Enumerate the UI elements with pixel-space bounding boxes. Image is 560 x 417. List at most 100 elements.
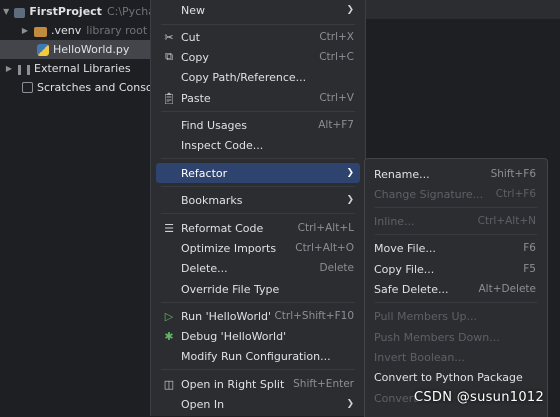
- chevron-right-icon[interactable]: ▶: [20, 26, 30, 35]
- menu-label: Safe Delete...: [374, 282, 449, 296]
- menu-shortcut: Ctrl+Alt+O: [295, 242, 354, 254]
- menu-shortcut: Ctrl+Alt+N: [477, 215, 536, 227]
- menu-label: Modify Run Configuration...: [181, 349, 331, 363]
- menu-shortcut: Ctrl+Alt+L: [297, 222, 354, 234]
- menu-label: Convert to Python Package: [374, 370, 523, 384]
- menu-item-open-right-split[interactable]: ◫ Open in Right Split Shift+Enter: [156, 374, 360, 394]
- venv-note: library root: [86, 24, 148, 37]
- submenu-item-safe-delete[interactable]: Safe Delete... Alt+Delete: [370, 279, 542, 299]
- editor-tab-strip: [365, 0, 560, 19]
- submenu-item-change-signature: Change Signature... Ctrl+F6: [370, 184, 542, 204]
- menu-item-new[interactable]: New ❯: [156, 0, 360, 20]
- submenu-item-rename[interactable]: Rename... Shift+F6: [370, 164, 542, 184]
- folder-icon: [34, 26, 47, 37]
- menu-item-bookmarks[interactable]: Bookmarks ❯: [156, 190, 360, 210]
- menu-label: Copy File...: [374, 262, 435, 276]
- menu-item-reformat-code[interactable]: ☰ Reformat Code Ctrl+Alt+L: [156, 218, 360, 238]
- menu-shortcut: Ctrl+V: [319, 92, 354, 104]
- menu-separator: [161, 302, 355, 303]
- menu-separator: [161, 369, 355, 370]
- menu-item-paste[interactable]: 📋︎ Paste Ctrl+V: [156, 88, 360, 108]
- menu-item-modify-run-config[interactable]: Modify Run Configuration...: [156, 346, 360, 366]
- file-name: HelloWorld.py: [53, 43, 130, 56]
- menu-label: Paste: [181, 91, 211, 105]
- menu-label: Inline...: [374, 214, 415, 228]
- chevron-down-icon[interactable]: ▼: [2, 7, 10, 16]
- menu-shortcut: Ctrl+Shift+F10: [274, 310, 354, 322]
- menu-label: Bookmarks: [181, 193, 243, 207]
- refactor-submenu: Rename... Shift+F6 Change Signature... C…: [364, 158, 548, 417]
- menu-label: New: [181, 3, 205, 17]
- submenu-item-convert-to-package[interactable]: Convert to Python Package: [370, 367, 542, 387]
- chevron-right-icon: ❯: [346, 168, 354, 178]
- submenu-item-move-file[interactable]: Move File... F6: [370, 238, 542, 258]
- scratches-icon: [22, 82, 33, 93]
- menu-shortcut: Alt+F7: [318, 119, 354, 131]
- menu-item-override-file-type[interactable]: Override File Type: [156, 279, 360, 299]
- split-icon: ◫: [163, 377, 175, 391]
- menu-label: Refactor: [181, 166, 228, 180]
- tree-item-firstproject[interactable]: ▼ FirstProject C:\Pycharm: [0, 2, 170, 21]
- menu-label: Inspect Code...: [181, 138, 264, 152]
- menu-label: Move File...: [374, 241, 436, 255]
- library-icon: [18, 64, 30, 75]
- menu-label: Pull Members Up...: [374, 309, 478, 323]
- chevron-right-icon[interactable]: ▶: [4, 64, 14, 73]
- menu-separator: [375, 234, 537, 235]
- scratches-label: Scratches and Consoles: [37, 81, 169, 94]
- menu-separator: [375, 302, 537, 303]
- menu-item-open-in[interactable]: Open In ❯: [156, 394, 360, 414]
- menu-label: Rename...: [374, 167, 430, 181]
- context-menu: New ❯ ✂ Cut Ctrl+X ⧉ Copy Ctrl+C Copy Pa…: [150, 0, 366, 416]
- tree-item-venv[interactable]: ▶ .venv library root: [0, 21, 170, 40]
- menu-shortcut: Alt+Delete: [478, 283, 536, 295]
- menu-label: Find Usages: [181, 118, 248, 132]
- menu-separator: [161, 24, 355, 25]
- menu-label: Reformat Code: [181, 221, 264, 235]
- menu-item-optimize-imports[interactable]: Optimize Imports Ctrl+Alt+O: [156, 238, 360, 258]
- bug-icon: ✱: [164, 329, 174, 343]
- chevron-right-icon: ❯: [346, 399, 354, 409]
- submenu-item-push-members-down: Push Members Down...: [370, 327, 542, 347]
- menu-item-cut[interactable]: ✂ Cut Ctrl+X: [156, 27, 360, 47]
- menu-label: Cut: [181, 30, 200, 44]
- menu-item-delete[interactable]: Delete... Delete: [156, 258, 360, 278]
- reformat-icon: ☰: [164, 221, 174, 235]
- submenu-item-copy-file[interactable]: Copy File... F5: [370, 259, 542, 279]
- menu-label: Debug 'HelloWorld': [181, 329, 287, 343]
- menu-label: Change Signature...: [374, 187, 484, 201]
- menu-item-run[interactable]: ▷ Run 'HelloWorld' Ctrl+Shift+F10: [156, 306, 360, 326]
- chevron-right-icon: ❯: [346, 195, 354, 205]
- venv-name: .venv: [51, 24, 82, 37]
- menu-separator: [161, 111, 355, 112]
- external-libraries-label: External Libraries: [34, 62, 131, 75]
- menu-separator: [161, 186, 355, 187]
- menu-label: Open In: [181, 397, 225, 411]
- clipboard-icon: 📋︎: [162, 91, 176, 105]
- menu-label: Optimize Imports: [181, 241, 277, 255]
- menu-shortcut: Shift+Enter: [293, 378, 354, 390]
- submenu-item-invert-boolean: Invert Boolean...: [370, 347, 542, 367]
- copy-icon: ⧉: [165, 50, 173, 63]
- menu-item-debug[interactable]: ✱ Debug 'HelloWorld': [156, 326, 360, 346]
- watermark: CSDN @susun1012: [414, 390, 545, 405]
- menu-item-copy[interactable]: ⧉ Copy Ctrl+C: [156, 47, 360, 67]
- tree-item-external-libraries[interactable]: ▶ External Libraries: [0, 59, 170, 78]
- menu-item-refactor[interactable]: Refactor ❯: [156, 163, 360, 183]
- menu-label: Override File Type: [181, 282, 280, 296]
- chevron-right-icon: ❯: [346, 5, 354, 15]
- tree-item-scratches[interactable]: Scratches and Consoles: [0, 78, 170, 97]
- menu-label: Open in Right Split: [181, 377, 285, 391]
- menu-shortcut: F5: [523, 263, 536, 275]
- menu-shortcut: Shift+F6: [490, 168, 536, 180]
- tree-item-helloworld[interactable]: HelloWorld.py: [0, 40, 170, 59]
- menu-item-find-usages[interactable]: Find Usages Alt+F7: [156, 115, 360, 135]
- menu-label: Invert Boolean...: [374, 350, 465, 364]
- menu-label: Delete...: [181, 261, 228, 275]
- menu-item-inspect-code[interactable]: Inspect Code...: [156, 135, 360, 155]
- submenu-item-inline: Inline... Ctrl+Alt+N: [370, 211, 542, 231]
- python-file-icon: [37, 43, 49, 56]
- folder-icon: [14, 7, 26, 18]
- scissors-icon: ✂: [164, 30, 174, 44]
- menu-item-copy-path[interactable]: Copy Path/Reference...: [156, 67, 360, 87]
